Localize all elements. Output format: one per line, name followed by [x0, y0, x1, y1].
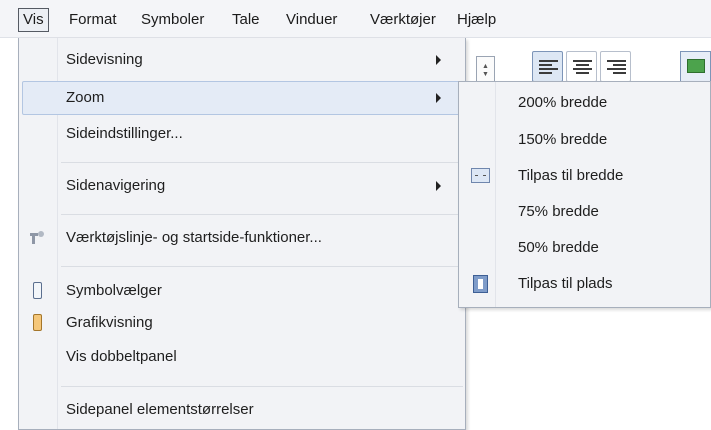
- graphics-view-icon: [28, 313, 48, 333]
- zoom-item-200[interactable]: 200% bredde: [461, 86, 710, 120]
- menu-item-symbolvaelger[interactable]: Symbolvælger: [22, 275, 464, 307]
- menu-symboler[interactable]: Symboler: [141, 9, 204, 31]
- menu-separator: [61, 162, 463, 163]
- menu-bar: Vis Format Symboler Tale Vinduer Værktøj…: [0, 0, 711, 38]
- menu-vinduer[interactable]: Vinduer: [286, 9, 337, 31]
- menu-item-label: Vis dobbeltpanel: [66, 348, 177, 365]
- menu-item-label: 75% bredde: [518, 203, 599, 220]
- menu-item-label: 150% bredde: [518, 131, 608, 148]
- menu-item-label: Sidenavigering: [66, 177, 166, 194]
- zoom-submenu: 200% bredde 150% bredde Tilpas til bredd…: [458, 81, 711, 308]
- menu-item-label: Sidevisning: [66, 51, 143, 68]
- menu-item-label: 200% bredde: [518, 94, 608, 111]
- menu-separator: [61, 386, 463, 387]
- vis-menu: Sidevisning Zoom Sideindstillinger... Si…: [18, 38, 466, 430]
- menu-item-grafikvisning[interactable]: Grafikvisning: [22, 307, 464, 339]
- zoom-item-150[interactable]: 150% bredde: [461, 123, 710, 157]
- menu-item-label: Zoom: [66, 89, 105, 106]
- menu-item-sidenavigering[interactable]: Sidenavigering: [22, 170, 464, 202]
- menu-item-label: Sidepanel elementstørrelser: [66, 401, 254, 418]
- menu-item-label: Værktøjslinje- og startside-funktioner..…: [66, 229, 322, 246]
- menu-item-vaerktojslinje[interactable]: Værktøjslinje- og startside-funktioner..…: [22, 222, 464, 254]
- symbol-picker-icon: [28, 281, 48, 301]
- menu-vaerktojer[interactable]: Værktøjer: [370, 9, 436, 31]
- submenu-arrow-icon: [436, 55, 441, 65]
- wrench-icon: [28, 228, 48, 248]
- menu-item-label: 50% bredde: [518, 239, 599, 256]
- zoom-item-tilpas-plads[interactable]: Tilpas til plads: [461, 267, 710, 301]
- menu-tale[interactable]: Tale: [232, 9, 260, 31]
- menu-hjaelp[interactable]: Hjælp: [457, 9, 496, 31]
- zoom-item-75[interactable]: 75% bredde: [461, 195, 710, 229]
- align-left-icon[interactable]: [532, 51, 563, 82]
- submenu-arrow-icon: [436, 93, 441, 103]
- menu-item-vis-dobbeltpanel[interactable]: Vis dobbeltpanel: [22, 341, 464, 373]
- zoom-item-tilpas-bredde[interactable]: Tilpas til bredde: [461, 159, 710, 193]
- menu-item-label: Tilpas til plads: [518, 275, 613, 292]
- menu-item-sidevisning[interactable]: Sidevisning: [22, 44, 464, 76]
- menu-item-label: Grafikvisning: [66, 314, 153, 331]
- menu-item-label: Symbolvælger: [66, 282, 162, 299]
- menu-item-sidepanel-elementstorrelser[interactable]: Sidepanel elementstørrelser: [22, 394, 464, 426]
- align-right-icon[interactable]: [600, 51, 631, 82]
- menu-item-sideindstillinger[interactable]: Sideindstillinger...: [22, 118, 464, 150]
- menu-item-label: Tilpas til bredde: [518, 167, 624, 184]
- fit-page-icon: [471, 275, 491, 293]
- menu-format[interactable]: Format: [69, 9, 117, 31]
- submenu-arrow-icon: [436, 181, 441, 191]
- fit-width-icon: [471, 167, 491, 185]
- menu-separator: [61, 266, 463, 267]
- menu-vis[interactable]: Vis: [18, 8, 49, 32]
- menu-item-label: Sideindstillinger...: [66, 125, 183, 142]
- spinner-icon[interactable]: ▲ ▼: [476, 56, 495, 82]
- zoom-item-50[interactable]: 50% bredde: [461, 231, 710, 265]
- align-center-icon[interactable]: [566, 51, 597, 82]
- menu-item-zoom[interactable]: Zoom: [22, 81, 464, 115]
- menu-separator: [61, 214, 463, 215]
- image-icon[interactable]: [680, 51, 711, 82]
